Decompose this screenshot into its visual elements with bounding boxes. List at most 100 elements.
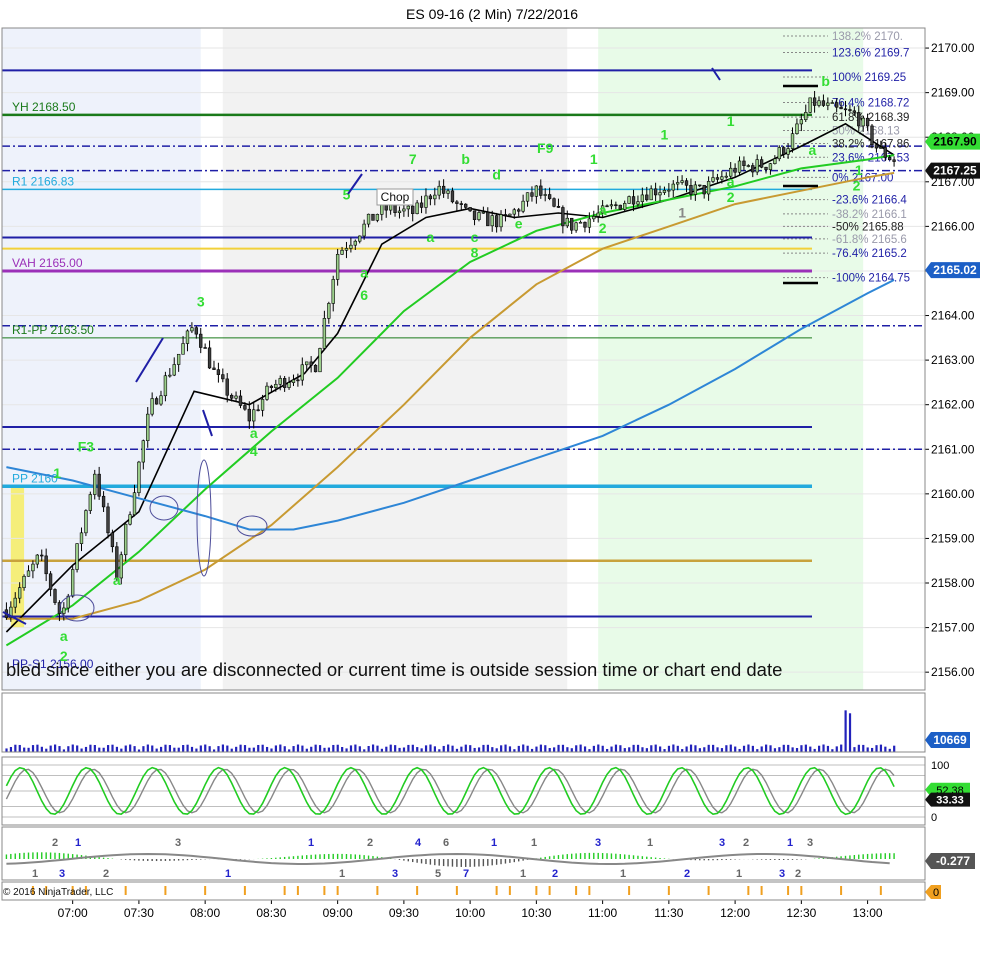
candle-body (238, 395, 243, 406)
candle-body (843, 108, 848, 111)
candle-body (62, 607, 66, 614)
volume-bar (575, 745, 578, 752)
volume-bar (619, 745, 622, 752)
volume-bar (80, 748, 83, 752)
volume-bar (464, 744, 467, 752)
event-tick (376, 886, 379, 895)
candle-body (888, 157, 892, 161)
candle-body (565, 217, 569, 227)
macd-wave-label: 4 (415, 837, 422, 849)
volume-bar (579, 744, 582, 752)
volume-bar (341, 747, 344, 752)
candle-body (817, 100, 821, 106)
candle-body (252, 409, 256, 422)
candle-body (309, 361, 313, 366)
candle-body (468, 207, 472, 212)
volume-bar (879, 744, 883, 752)
candle-body (592, 216, 596, 220)
candle-body (366, 213, 371, 225)
volume-bar (791, 747, 794, 752)
macd-wave-label: 1 (531, 837, 537, 849)
volume-bar (433, 746, 436, 752)
volume-bar (226, 745, 229, 752)
volume-bar (857, 744, 860, 752)
candle-body (733, 167, 737, 173)
candle-body (247, 408, 251, 422)
time-tick-label: 12:30 (786, 906, 816, 920)
time-tick-label: 11:30 (654, 906, 683, 920)
candle-body (93, 473, 97, 495)
volume-bar (893, 745, 896, 752)
macd-wave-label: 3 (779, 868, 785, 880)
volume-bar (712, 744, 715, 752)
price-tick-label: 2158.00 (931, 576, 975, 590)
time-tick-label: 12:00 (720, 906, 750, 920)
candle-body (79, 532, 84, 544)
volume-bar (9, 746, 13, 752)
fib-label: -23.6% 2166.4 (832, 195, 907, 207)
candle-body (66, 595, 70, 609)
macd-wave-label: 1 (520, 868, 526, 880)
volume-bar (31, 745, 35, 752)
volume-bar (199, 745, 202, 752)
wave-label: 2 (853, 178, 861, 194)
opening-range-band (10, 484, 25, 628)
macd-wave-label: 7 (463, 868, 469, 880)
volume-bar (734, 746, 737, 752)
session-band-premarket (2, 28, 201, 690)
macd-wave-label: 2 (684, 868, 690, 880)
volume-bar (473, 747, 476, 752)
volume-bar (217, 746, 220, 752)
event-tick (747, 886, 750, 895)
fib-label: 76.4% 2168.72 (832, 97, 909, 109)
wave-label: a (250, 425, 258, 441)
candle-body (278, 378, 282, 385)
candle-body (508, 213, 512, 216)
candle-body (631, 196, 636, 205)
price-tick-label: 2164.00 (931, 309, 975, 323)
price-marker-label: 2165.02 (933, 263, 977, 277)
volume-bar (416, 747, 419, 752)
volume-bar (862, 744, 865, 752)
candle-body (176, 353, 181, 365)
volume-bar (111, 744, 114, 752)
candle-body (472, 210, 477, 220)
candle-body (212, 367, 216, 370)
volume-bar (248, 747, 251, 752)
volume-bar (884, 746, 887, 752)
volume-bar (614, 744, 618, 752)
candle-body (199, 333, 203, 348)
volume-bar (632, 744, 635, 752)
volume-bar (93, 744, 96, 752)
volume-bar (469, 745, 472, 752)
volume-bar (314, 744, 317, 752)
volume-bar (394, 745, 397, 752)
candle-body (755, 159, 759, 173)
candle-body (123, 523, 128, 556)
volume-bar (742, 745, 746, 752)
candle-body (530, 192, 534, 197)
candle-body (693, 184, 698, 195)
candle-body (393, 204, 397, 213)
candle-body (375, 214, 380, 221)
macd-wave-label: 1 (491, 837, 497, 849)
candle-body (26, 570, 31, 577)
candle-body (539, 185, 543, 196)
candle-body (543, 194, 547, 196)
volume-bar (235, 746, 238, 752)
wave-label: d (492, 167, 501, 183)
candle-body (318, 348, 322, 373)
fib-label: -100% 2164.75 (832, 273, 910, 285)
event-tick (787, 886, 790, 895)
volume-bar (252, 747, 255, 752)
chart-window: YH 2168.50 R1 2166.83 VAH 2165.00 R1-PP 216… (0, 0, 991, 954)
candle-body (154, 398, 159, 405)
volume-bar (486, 744, 489, 752)
candle-body (221, 374, 225, 380)
volume-bar (221, 744, 225, 752)
candle-body (614, 204, 618, 207)
candle-body (782, 147, 786, 155)
candle-body (662, 189, 667, 193)
candle-body (234, 395, 238, 399)
candle-body (706, 181, 711, 195)
